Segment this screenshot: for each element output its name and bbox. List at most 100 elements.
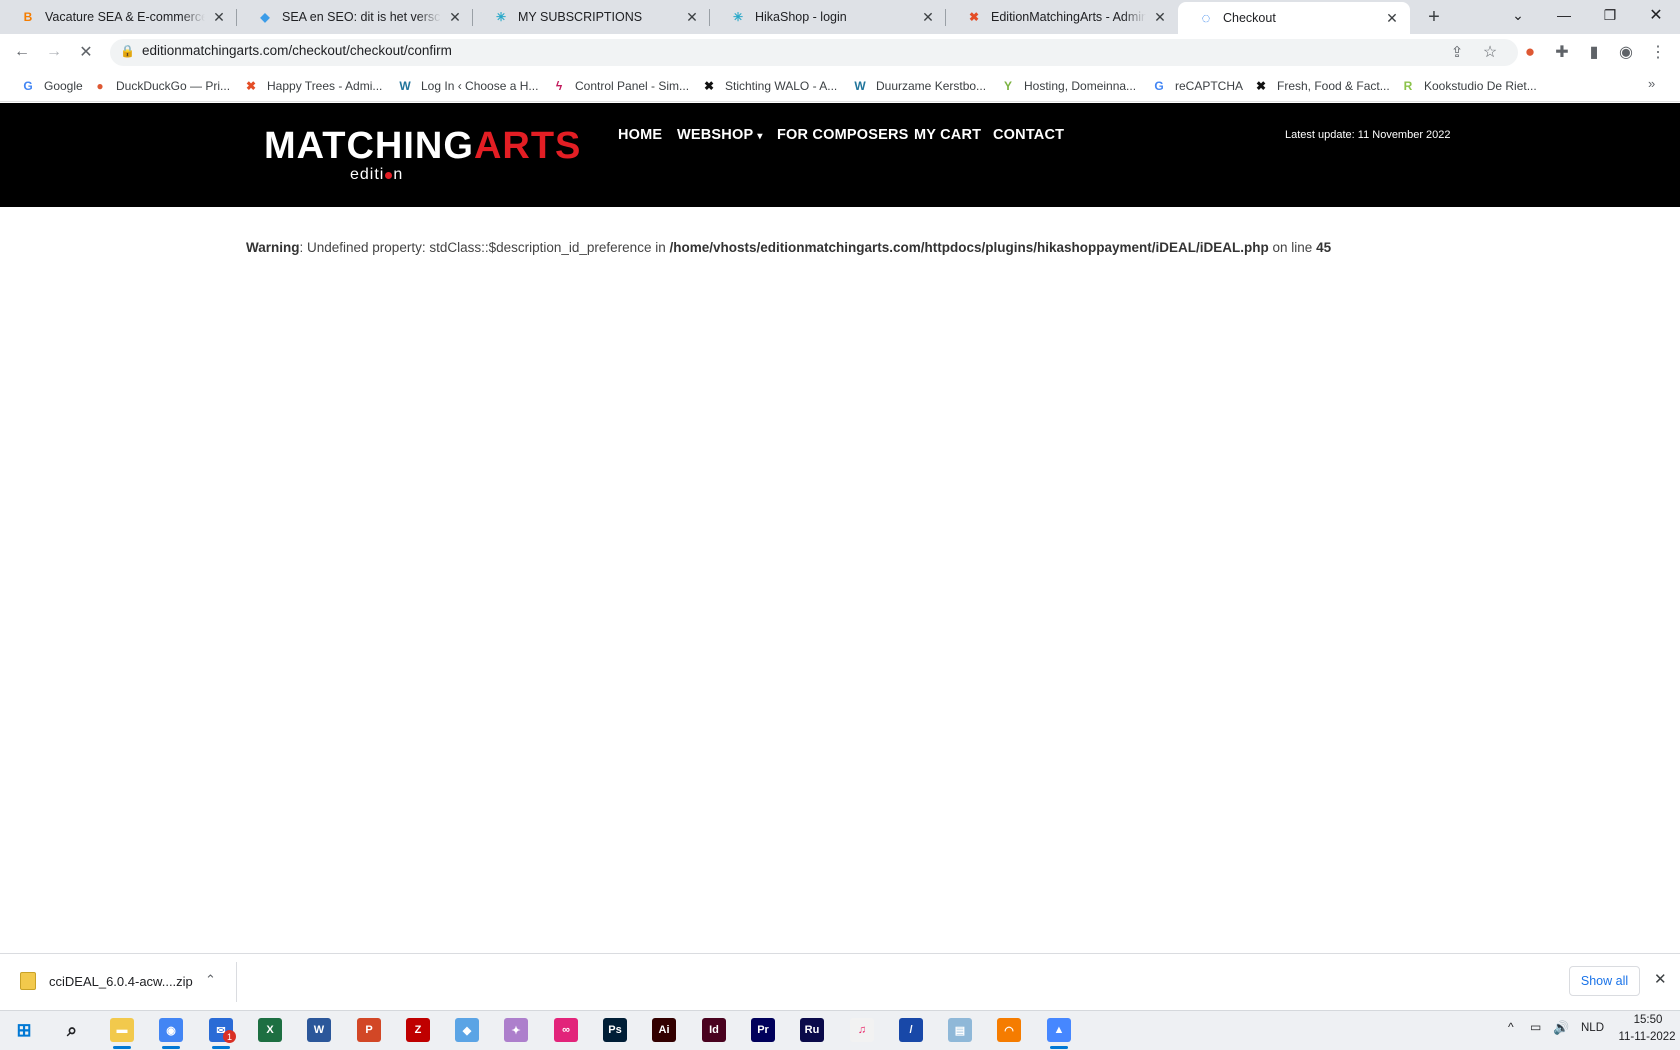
nav-for-composers[interactable]: FOR COMPOSERS [777,127,909,143]
inkscape-icon[interactable]: ✦ [504,1018,528,1042]
nav-my-cart[interactable]: MY CART [914,127,981,143]
profile-icon[interactable]: ◉ [1614,40,1638,64]
pen-app-icon[interactable]: / [899,1018,923,1042]
clock-date[interactable]: 11-11-2022 [1612,1031,1680,1043]
excel-icon[interactable]: X [258,1018,282,1042]
mail-badge: 1 [223,1030,236,1043]
asterisk-icon: ✳ [732,10,744,24]
asterisk-icon: ✳ [495,10,507,24]
nav-home[interactable]: HOME [618,127,662,143]
show-all-button[interactable]: Show all [1569,966,1640,996]
extensions-icon[interactable]: ✚ [1550,40,1574,64]
premiere-icon[interactable]: Pr [751,1018,775,1042]
tab-sea-seo[interactable]: ◆ SEA en SEO: dit is het verschil (e ✕ [237,0,473,34]
joomla-icon: ✖ [968,10,980,24]
menu-icon[interactable]: ⋮ [1646,40,1670,64]
logo-text-ing: ING [403,125,474,167]
tab-administration[interactable]: ✖ EditionMatchingArts - Administ ✕ [946,0,1178,34]
share-icon[interactable]: ⇪ [1445,40,1469,64]
blogger-icon: B [23,10,33,24]
lock-icon[interactable]: 🔒 [120,44,135,58]
show-hidden-icons[interactable]: ^ [1508,1020,1514,1034]
bookmark-star-icon[interactable]: ☆ [1478,40,1502,64]
file-explorer-icon[interactable]: ▬ [110,1018,134,1042]
php-warning: Warning: Undefined property: stdClass::$… [246,240,1331,255]
photoshop-icon[interactable]: Ps [603,1018,627,1042]
indesign-icon[interactable]: Id [702,1018,726,1042]
close-icon[interactable]: ✕ [684,9,700,26]
itunes-icon[interactable]: ♫ [850,1018,874,1042]
chrome-icon[interactable]: ◉ [159,1018,183,1042]
close-icon[interactable]: ✕ [920,9,936,26]
bookmark-fresh-food[interactable]: ✖ Fresh, Food & Fact... [1253,76,1390,96]
logo-text-match: MATCH [264,125,404,167]
nav-webshop[interactable]: WEBSHOP ▾ [677,127,763,143]
more-bookmarks-icon[interactable]: » [1648,76,1655,91]
leaf-icon: Y [1003,79,1012,93]
notepad-icon[interactable]: ▤ [948,1018,972,1042]
bookmark-kerstbo[interactable]: W Duurzame Kerstbo... [852,76,986,96]
warning-message: : Undefined property: stdClass::$descrip… [299,240,670,255]
bookmark-hosting[interactable]: Y Hosting, Domeinna... [1000,76,1136,96]
side-panel-icon[interactable]: ▮ [1582,40,1606,64]
forward-icon[interactable]: → [42,40,66,64]
downloads-bar [0,953,1680,1010]
bookmark-kookstudio[interactable]: R Kookstudio De Riet... [1400,76,1537,96]
restore-icon[interactable]: ❐ [1587,0,1633,30]
joomla-icon: ✖ [703,79,715,93]
warning-line-text: on line [1268,240,1317,255]
windows-start-icon[interactable]: ⊞ [12,1018,36,1042]
close-icon[interactable]: ✕ [211,9,227,26]
close-icon[interactable]: ✕ [1152,9,1168,26]
creative-cloud-icon[interactable]: ∞ [554,1018,578,1042]
warning-line-number: 45 [1316,240,1332,255]
network-icon[interactable]: ▭ [1530,1020,1541,1034]
logo-subtitle: editi [350,166,385,183]
tab-search-icon[interactable]: ⌄ [1495,0,1541,30]
rush-icon[interactable]: Ru [800,1018,824,1042]
running-indicator [113,1046,131,1049]
tab-subscriptions[interactable]: ✳ MY SUBSCRIPTIONS ✕ [473,0,710,34]
duckduckgo-extension-icon[interactable]: ● [1518,40,1542,64]
powerpoint-icon[interactable]: P [357,1018,381,1042]
illustrator-icon[interactable]: Ai [652,1018,676,1042]
new-tab-button[interactable]: + [1421,4,1447,30]
window-close-icon[interactable]: ✕ [1633,0,1679,30]
bookmark-control-panel[interactable]: ϟ Control Panel - Sim... [551,76,689,96]
tab-title: Checkout [1223,11,1276,25]
close-icon[interactable]: ✕ [447,9,463,26]
word-icon[interactable]: W [307,1018,331,1042]
volume-icon[interactable]: 🔊 [1553,1020,1569,1036]
url-text[interactable]: editionmatchingarts.com/checkout/checkou… [142,43,452,58]
google-icon: G [23,79,33,93]
bookmark-google[interactable]: G Google [20,76,82,96]
running-indicator [162,1046,180,1049]
nav-contact[interactable]: CONTACT [993,127,1064,143]
stop-loading-icon[interactable]: ✕ [74,40,98,64]
bookmark-happy-trees[interactable]: ✖ Happy Trees - Admi... [243,76,382,96]
bookmark-recaptcha[interactable]: GreCAPTCHA [1151,76,1243,96]
download-filename[interactable]: cciDEAL_6.0.4-acw....zip [49,974,193,989]
bookmark-login[interactable]: W Log In ‹ Choose a H... [397,76,538,96]
downloads-close-icon[interactable]: ✕ [1654,970,1667,988]
vpn-icon[interactable]: ▲ [1047,1018,1071,1042]
minimize-icon[interactable]: — [1541,0,1587,30]
tab-hikashop-login[interactable]: ✳ HikaShop - login ✕ [710,0,946,34]
tab-vacature[interactable]: B Vacature SEA & E-commerce Me ✕ [0,0,237,34]
duckduckgo-icon: ● [96,79,104,93]
headphones-app-icon[interactable]: ◠ [997,1018,1021,1042]
bookmark-walo[interactable]: ✖ Stichting WALO - A... [701,76,837,96]
filezilla-icon[interactable]: Z [406,1018,430,1042]
site-logo[interactable]: MATCHINGARTS editi n [264,124,580,184]
r-icon: R [1403,79,1413,93]
bookmark-duckduckgo[interactable]: ● DuckDuckGo — Pri... [92,76,230,96]
chevron-up-icon[interactable]: ⌃ [205,972,216,988]
clock-time[interactable]: 15:50 [1626,1014,1670,1026]
tab-title: HikaShop - login [755,10,847,24]
back-icon[interactable]: ← [10,40,34,64]
language-indicator[interactable]: NLD [1581,1022,1604,1034]
sourcetree-icon[interactable]: ◆ [455,1018,479,1042]
tab-checkout[interactable]: ◌ Checkout ✕ [1178,2,1410,34]
search-icon[interactable]: ⌕ [60,1018,84,1042]
close-icon[interactable]: ✕ [1384,10,1400,27]
